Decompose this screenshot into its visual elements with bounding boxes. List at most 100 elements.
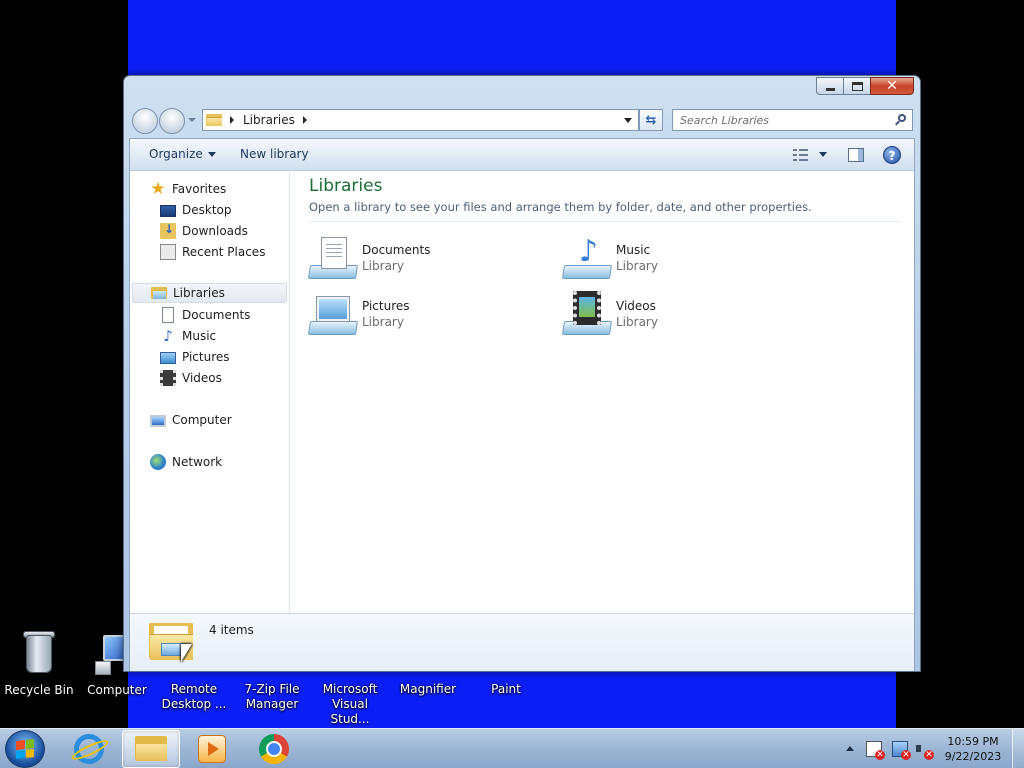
- system-clock[interactable]: 10:59 PM 9/22/2023: [942, 734, 1004, 764]
- documents-library-icon: [308, 235, 358, 283]
- organize-label: Organize: [149, 147, 203, 161]
- close-icon: ✕: [886, 78, 898, 94]
- taskbar-windows-explorer[interactable]: [122, 730, 180, 768]
- maximize-icon: [851, 81, 863, 91]
- library-item-music[interactable]: ♪ Music Library: [562, 235, 803, 283]
- downloads-icon: [160, 222, 176, 239]
- new-library-label: New library: [240, 147, 309, 161]
- organize-button[interactable]: Organize: [149, 147, 216, 161]
- sidebar-item-network[interactable]: Network: [150, 452, 222, 472]
- minimize-icon: [825, 87, 835, 91]
- view-options-dropdown-icon[interactable]: [819, 152, 827, 157]
- maximize-button[interactable]: [843, 77, 871, 95]
- media-player-icon: [198, 735, 226, 763]
- taskbar-media-player[interactable]: [183, 730, 241, 768]
- desktop-icon-paint[interactable]: Paint: [467, 682, 545, 697]
- desktop-icon-remote-desktop[interactable]: Remote Desktop ...: [155, 682, 233, 712]
- sidebar-item-label: Recent Places: [182, 245, 266, 259]
- page-title: Libraries: [309, 176, 383, 196]
- recent-pages-dropdown[interactable]: [188, 118, 196, 122]
- library-type: Library: [616, 259, 658, 273]
- breadcrumb-arrow-icon[interactable]: [302, 116, 307, 124]
- windows-explorer-icon: [135, 736, 167, 762]
- change-view-icon[interactable]: [793, 148, 808, 162]
- library-item-videos[interactable]: Videos Library: [562, 291, 803, 339]
- library-name: Music: [616, 243, 651, 257]
- desktop-icon-label: Computer: [87, 683, 147, 697]
- desktop-icon-label: Remote Desktop ...: [161, 682, 227, 711]
- file-list-pane: Libraries Open a library to see your fil…: [291, 172, 914, 613]
- command-bar: Organize New library ?: [130, 139, 914, 171]
- divider: [309, 221, 901, 222]
- desktop-icon-visual-studio[interactable]: Microsoft Visual Stud...: [311, 682, 389, 727]
- sidebar-item-favorites[interactable]: ★ Favorites: [150, 179, 226, 199]
- sidebar-item-label: Downloads: [182, 224, 248, 238]
- chrome-icon: [259, 734, 289, 764]
- address-dropdown-button[interactable]: [618, 110, 638, 130]
- desktop-icon-label: Recycle Bin: [4, 683, 74, 697]
- taskbar-internet-explorer[interactable]: [60, 730, 118, 768]
- volume-muted-icon[interactable]: [916, 741, 934, 760]
- sidebar-item-label: Videos: [182, 371, 222, 385]
- sidebar-item-recent-places[interactable]: Recent Places: [160, 242, 265, 262]
- taskbar-chrome[interactable]: [245, 730, 303, 768]
- search-icon[interactable]: [894, 113, 908, 127]
- sidebar-item-downloads[interactable]: Downloads: [160, 221, 248, 241]
- sidebar-item-pictures[interactable]: Pictures: [160, 347, 230, 367]
- back-button[interactable]: [132, 108, 158, 134]
- explorer-window: ✕ Libraries ⇆ Organize New library: [123, 75, 921, 672]
- chevron-down-icon: [207, 152, 216, 157]
- search-box[interactable]: [672, 109, 913, 131]
- videos-library-icon: [562, 291, 612, 339]
- breadcrumb-libraries[interactable]: Libraries: [243, 113, 295, 127]
- sidebar-item-label: Computer: [172, 413, 232, 427]
- desktop-icon-label: 7-Zip File Manager: [244, 682, 300, 711]
- window-controls: ✕: [816, 77, 914, 95]
- library-item-documents[interactable]: Documents Library: [308, 235, 549, 283]
- refresh-button[interactable]: ⇆: [639, 109, 663, 131]
- sidebar-item-label: Desktop: [182, 203, 232, 217]
- library-item-pictures[interactable]: Pictures Library: [308, 291, 549, 339]
- desktop-icon: [160, 205, 176, 217]
- minimize-button[interactable]: [816, 77, 844, 95]
- internet-explorer-icon: [74, 734, 104, 764]
- search-input[interactable]: [673, 110, 883, 130]
- desktop-icon-recycle-bin[interactable]: Recycle Bin: [0, 631, 78, 698]
- breadcrumb-arrow-icon[interactable]: [230, 116, 234, 124]
- explorer-content: Organize New library ? ★ Favorites Deskt…: [129, 138, 915, 671]
- action-center-icon[interactable]: [866, 741, 885, 760]
- desktop-icon-7zip[interactable]: 7-Zip File Manager: [233, 682, 311, 712]
- sidebar-item-videos[interactable]: Videos: [160, 368, 222, 388]
- computer-icon: [150, 415, 166, 427]
- desktop-icon-label: Paint: [491, 682, 521, 696]
- sidebar-item-desktop[interactable]: Desktop: [160, 200, 232, 220]
- help-icon[interactable]: ?: [883, 146, 901, 164]
- music-icon: ♪: [163, 327, 173, 345]
- navigation-bar: Libraries ⇆: [130, 106, 916, 134]
- sidebar-item-label: Libraries: [173, 286, 225, 300]
- sidebar-item-libraries[interactable]: Libraries: [132, 283, 287, 303]
- network-status-icon[interactable]: [892, 741, 911, 760]
- show-hidden-icons-button[interactable]: [846, 746, 854, 751]
- library-name: Pictures: [362, 299, 410, 313]
- navigation-pane: ★ Favorites Desktop Downloads Recent Pla…: [130, 172, 290, 613]
- sidebar-item-music[interactable]: ♪ Music: [160, 326, 216, 346]
- network-icon: [150, 454, 166, 470]
- close-button[interactable]: ✕: [870, 77, 914, 95]
- desktop-icon-magnifier[interactable]: Magnifier: [389, 682, 467, 697]
- show-desktop-button[interactable]: [1012, 729, 1024, 768]
- pictures-icon: [160, 352, 176, 364]
- sidebar-item-computer[interactable]: Computer: [150, 410, 232, 430]
- sidebar-item-label: Documents: [182, 308, 251, 322]
- clock-date: 9/22/2023: [944, 750, 1002, 763]
- libraries-folder-icon: [206, 113, 224, 127]
- forward-button[interactable]: [159, 108, 185, 134]
- recent-places-icon: [160, 244, 176, 260]
- start-button[interactable]: [5, 730, 45, 768]
- preview-pane-icon[interactable]: [848, 148, 864, 162]
- documents-icon: [162, 307, 174, 323]
- library-name: Videos: [616, 299, 656, 313]
- new-library-button[interactable]: New library: [240, 147, 309, 161]
- address-bar[interactable]: Libraries: [202, 109, 639, 131]
- sidebar-item-documents[interactable]: Documents: [160, 305, 250, 325]
